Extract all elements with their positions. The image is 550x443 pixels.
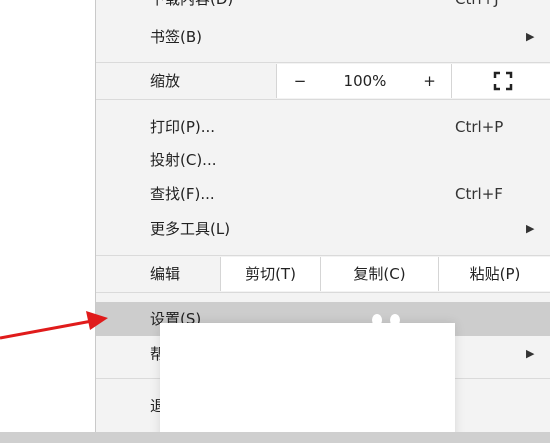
annotation-arrow-icon (0, 311, 108, 340)
